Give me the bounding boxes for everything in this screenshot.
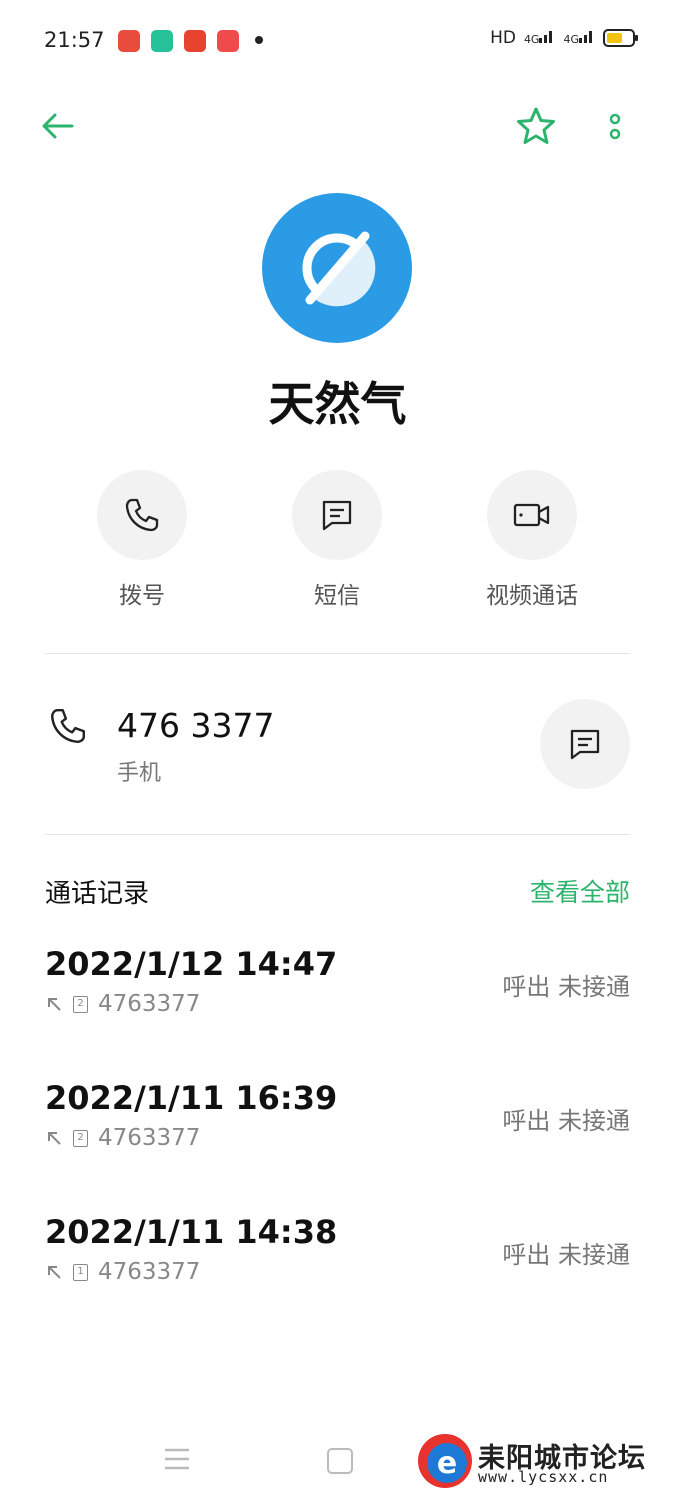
contact-name: 天然气	[268, 377, 407, 431]
call-status: 呼出 未接通	[502, 1107, 630, 1135]
outgoing-call-icon	[48, 1266, 61, 1279]
sms-button[interactable]	[292, 470, 382, 560]
sim-icon: 2	[73, 995, 88, 1013]
call-number: 4763377	[98, 1125, 201, 1151]
svg-text:e: e	[437, 1446, 457, 1481]
vertical-dots-icon[interactable]	[602, 110, 628, 144]
phone-number[interactable]: 476 3377	[117, 706, 274, 745]
dial-button[interactable]	[97, 470, 187, 560]
arrow-left-icon[interactable]	[40, 108, 76, 144]
video-app-icon	[217, 30, 239, 52]
battery-icon	[603, 29, 638, 47]
phone-icon	[125, 498, 159, 532]
taobao-app-icon	[184, 30, 206, 52]
toutiao-app-icon	[118, 30, 140, 52]
signal-bars-icon	[539, 31, 553, 43]
message-icon	[570, 729, 600, 760]
green-app-icon	[151, 30, 173, 52]
watermark-url: www.lycsxx.cn	[478, 1468, 609, 1486]
view-all-link[interactable]: 查看全部	[530, 873, 630, 909]
forum-watermark: e 耒阳城市论坛 www.lycsxx.cn	[416, 1432, 666, 1490]
call-history-title: 通话记录	[45, 879, 150, 909]
sms-label: 短信	[314, 583, 360, 609]
signal-1: 4G	[524, 28, 556, 48]
sim-icon: 1	[73, 1263, 88, 1281]
outgoing-call-icon	[48, 998, 61, 1011]
dial-label: 拨号	[119, 583, 165, 609]
message-icon	[322, 500, 352, 531]
star-outline-icon[interactable]	[516, 106, 556, 146]
sms-action[interactable]: 短信	[262, 470, 412, 610]
signal-2: 4G	[563, 28, 595, 48]
sim-icon: 2	[73, 1129, 88, 1147]
call-number: 4763377	[98, 991, 201, 1017]
video-call-button[interactable]	[487, 470, 577, 560]
video-call-label: 视频通话	[486, 583, 578, 609]
call-record[interactable]: 2022/1/12 14:47 2 4763377 呼出 未接通	[45, 945, 630, 1017]
menu-icon[interactable]	[163, 1446, 191, 1472]
call-record[interactable]: 2022/1/11 16:39 2 4763377 呼出 未接通	[45, 1079, 630, 1151]
status-indicators: HD 4G 4G	[490, 28, 638, 48]
outgoing-call-icon	[48, 1132, 61, 1145]
divider	[45, 834, 630, 835]
forum-logo-icon: e	[418, 1434, 472, 1488]
hd-indicator: HD	[490, 28, 516, 48]
call-status: 呼出 未接通	[502, 973, 630, 1001]
call-record[interactable]: 2022/1/11 14:38 1 4763377 呼出 未接通	[45, 1213, 630, 1285]
status-time: 21:57	[44, 28, 105, 52]
contact-logo-icon	[302, 231, 376, 307]
divider	[45, 653, 630, 654]
signal-bars-icon	[579, 31, 592, 43]
call-status: 呼出 未接通	[502, 1241, 630, 1269]
phone-type: 手机	[117, 761, 162, 786]
avatar	[262, 193, 412, 343]
call-number: 4763377	[98, 1259, 201, 1285]
send-sms-button[interactable]	[540, 699, 630, 789]
phone-icon	[51, 709, 85, 743]
video-camera-icon	[513, 503, 550, 527]
home-icon[interactable]	[327, 1448, 353, 1474]
dial-action[interactable]: 拨号	[67, 470, 217, 610]
notification-dot	[255, 36, 263, 44]
video-call-action[interactable]: 视频通话	[457, 470, 607, 610]
